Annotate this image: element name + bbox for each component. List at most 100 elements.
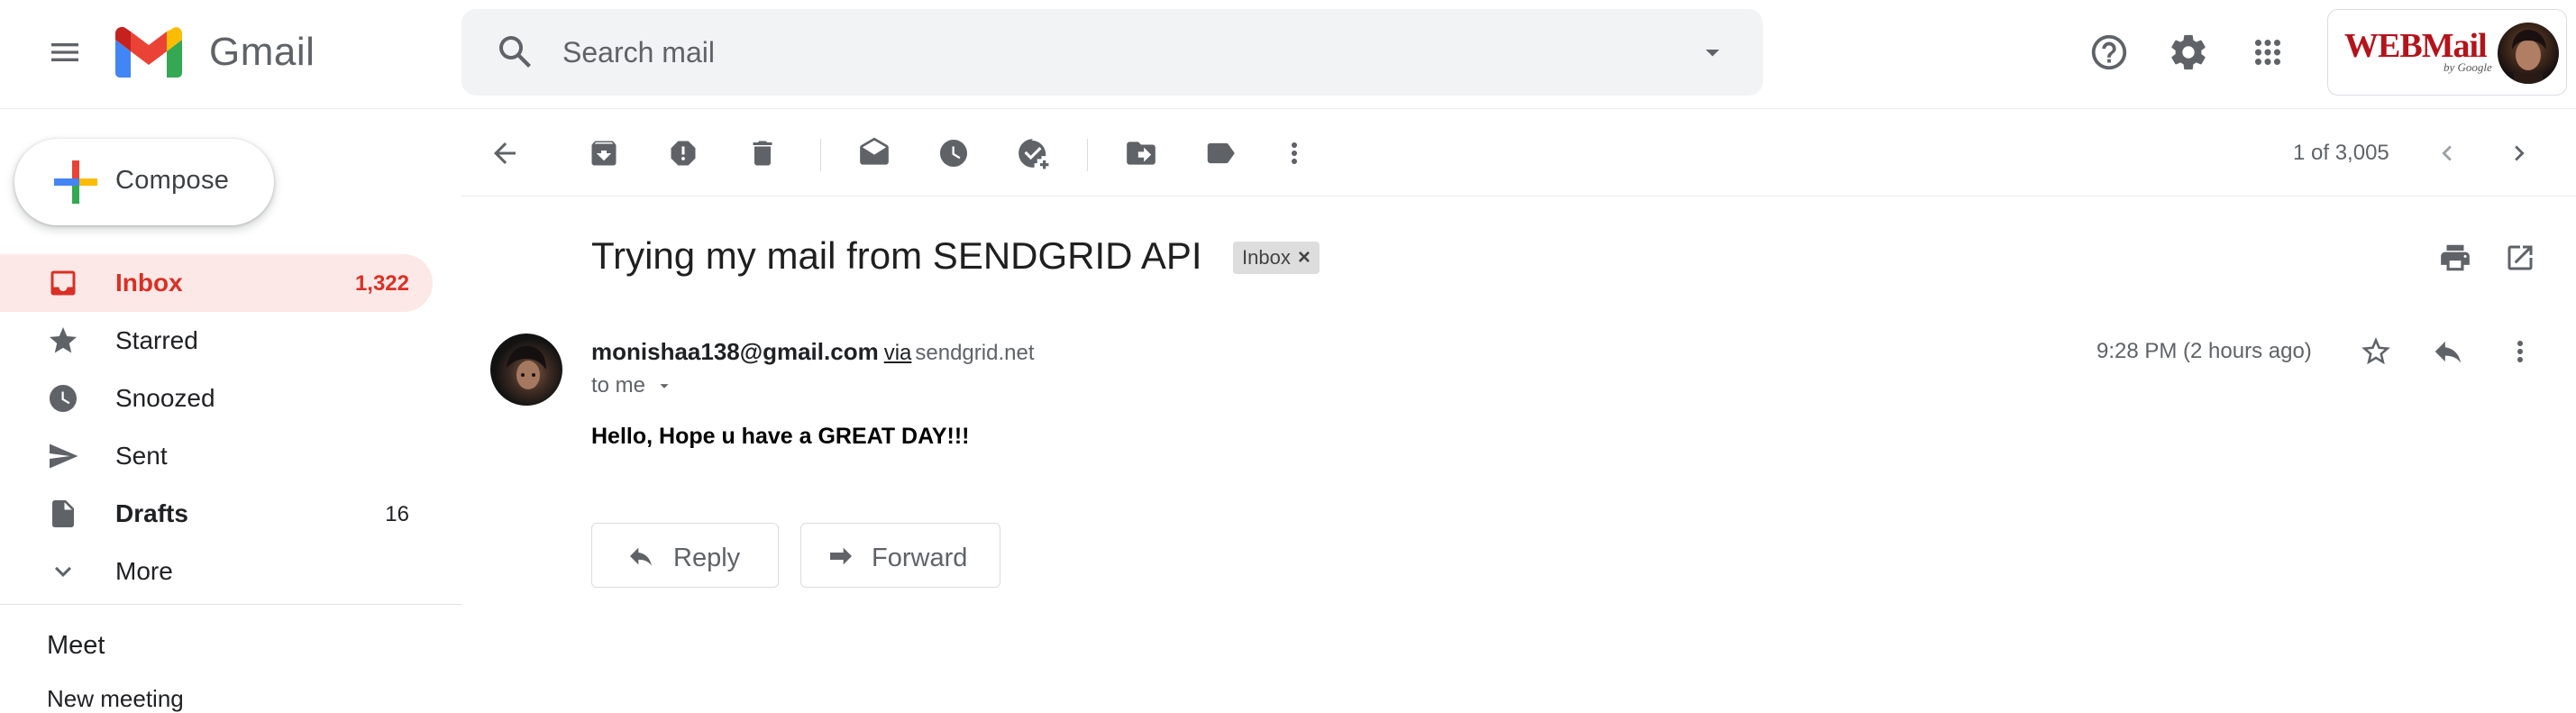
sidebar-item-snoozed[interactable]: Snoozed — [0, 370, 433, 427]
more-vert-icon — [2517, 341, 2523, 362]
apps-button[interactable] — [2239, 23, 2297, 81]
drafts-count: 16 — [385, 502, 409, 526]
inbox-label-chip: Inbox × — [1233, 242, 1320, 274]
sender-avatar[interactable] — [490, 334, 562, 406]
compose-label: Compose — [115, 166, 230, 195]
recipients-text: to me — [591, 373, 646, 398]
remove-label-icon[interactable]: × — [1298, 247, 1311, 269]
sidebar-item-drafts[interactable]: Drafts 16 — [0, 485, 433, 543]
pagination-text: 1 of 3,005 — [2293, 141, 2389, 165]
forward-label: Forward — [872, 544, 968, 572]
archive-button[interactable] — [579, 128, 629, 178]
top-header: Gmail WEBMail by Google — [0, 0, 2576, 109]
clock-icon — [940, 140, 967, 167]
more-vert-icon — [1292, 142, 1297, 164]
sender-email[interactable]: monishaa138@gmail.com — [591, 338, 879, 365]
sidebar-item-label: Drafts — [115, 499, 188, 527]
toolbar-divider — [1087, 139, 1088, 171]
main-menu-button[interactable] — [36, 23, 94, 81]
reply-icon — [630, 547, 652, 566]
archive-icon — [591, 141, 617, 166]
sidebar-item-label: Inbox — [115, 269, 183, 297]
forward-button[interactable]: Forward — [800, 523, 1000, 588]
sidebar-item-label: More — [115, 557, 173, 585]
unread-count: 1,322 — [354, 271, 409, 296]
reply-label: Reply — [673, 544, 741, 572]
mark-unread-icon — [860, 137, 889, 165]
apps-grid-icon — [2255, 40, 2280, 65]
label-chip-text: Inbox — [1242, 246, 1291, 269]
sidebar-item-label: Snoozed — [115, 384, 215, 412]
star-message-button[interactable] — [2354, 330, 2398, 373]
reply-icon — [2434, 341, 2462, 363]
account-avatar[interactable] — [2498, 23, 2559, 84]
settings-button[interactable] — [2160, 23, 2217, 81]
sidebar-item-sent[interactable]: Sent — [0, 427, 433, 485]
move-to-folder-icon — [1127, 142, 1156, 165]
sidebar-divider — [0, 604, 461, 605]
send-icon — [50, 443, 78, 469]
meet-new-meeting[interactable]: New meeting — [47, 685, 184, 713]
via-link[interactable]: via — [884, 341, 912, 365]
print-icon — [2441, 244, 2470, 271]
forward-icon — [830, 547, 852, 565]
back-button[interactable] — [480, 128, 530, 178]
star-outline-icon — [2361, 337, 2390, 365]
search-input[interactable] — [562, 29, 1626, 76]
search-options-caret-icon[interactable] — [1696, 36, 1729, 69]
gmail-logo-icon[interactable] — [115, 27, 182, 78]
search-bar — [461, 9, 1763, 96]
message-body: Hello, Hope u have a GREAT DAY!!! — [591, 424, 970, 449]
open-in-new-icon — [2507, 245, 2533, 270]
help-button[interactable] — [2080, 23, 2138, 81]
report-spam-button[interactable] — [658, 128, 708, 178]
open-new-window-button[interactable] — [2498, 236, 2542, 279]
star-icon — [50, 327, 77, 353]
webmail-logo-sub: by Google — [2444, 60, 2492, 74]
chevron-right-icon — [2515, 145, 2525, 161]
sidebar-item-inbox[interactable]: Inbox 1,322 — [0, 254, 433, 312]
help-icon — [2091, 34, 2127, 70]
meet-section-title: Meet — [47, 631, 105, 660]
snooze-button[interactable] — [928, 128, 979, 178]
draft-icon — [52, 500, 74, 527]
arrow-back-icon — [494, 142, 516, 164]
sidebar-item-more[interactable]: More — [0, 543, 433, 600]
newer-button[interactable] — [2422, 128, 2472, 178]
chevron-down-icon — [55, 566, 71, 577]
add-to-tasks-button[interactable] — [1008, 128, 1058, 178]
via-domain: sendgrid.net — [915, 341, 1035, 365]
delete-button[interactable] — [737, 128, 788, 178]
chevron-left-icon — [2442, 145, 2452, 161]
add-task-icon — [1019, 139, 1049, 169]
message-more-button[interactable] — [2498, 330, 2542, 373]
move-to-button[interactable] — [1116, 128, 1166, 178]
report-spam-icon — [671, 141, 696, 166]
reply-button[interactable]: Reply — [591, 523, 779, 588]
older-button[interactable] — [2494, 128, 2544, 178]
sidebar-item-label: Starred — [115, 326, 198, 354]
label-icon — [1207, 142, 1235, 164]
print-all-button[interactable] — [2434, 236, 2477, 279]
labels-button[interactable] — [1195, 128, 1246, 178]
caret-down-icon — [660, 384, 669, 388]
message-toolbar: 1 of 3,005 — [461, 110, 2576, 197]
message-subject: Trying my mail from SENDGRID API — [591, 234, 1202, 277]
trash-icon — [753, 141, 772, 166]
gear-icon — [2171, 34, 2206, 70]
compose-plus-icon — [54, 160, 97, 204]
reply-icon-button[interactable] — [2426, 330, 2470, 373]
more-options-button[interactable] — [1269, 128, 1320, 178]
app-name: Gmail — [209, 30, 315, 74]
recipients-toggle[interactable]: to me — [591, 373, 674, 398]
sidebar-item-label: Sent — [115, 442, 168, 470]
clock-icon — [50, 385, 77, 412]
sidebar-item-starred[interactable]: Starred — [0, 312, 433, 370]
sender-line: monishaa138@gmail.com via sendgrid.net — [591, 337, 1034, 368]
search-icon[interactable] — [494, 31, 537, 74]
message-time: 9:28 PM (2 hours ago) — [2096, 339, 2312, 363]
compose-button[interactable]: Compose — [14, 139, 274, 225]
account-switcher[interactable]: WEBMail by Google — [2327, 9, 2567, 96]
sidebar-nav: Inbox 1,322 Starred Snoozed Sent Drafts … — [0, 254, 433, 600]
mark-unread-button[interactable] — [849, 128, 900, 178]
